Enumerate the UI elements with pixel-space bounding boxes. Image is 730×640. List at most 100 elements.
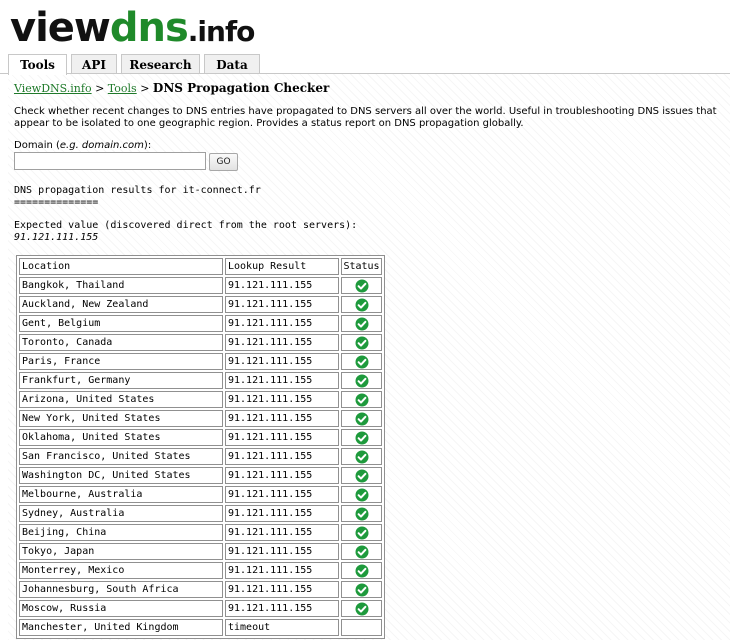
status-cell — [341, 486, 382, 503]
logo-part-dns: dns — [109, 5, 189, 51]
check-icon — [355, 317, 369, 331]
status-cell — [341, 467, 382, 484]
go-button[interactable]: GO — [209, 153, 238, 171]
check-icon — [355, 507, 369, 521]
location-cell: Washington DC, United States — [19, 467, 223, 484]
table-row: Beijing, China 91.121.111.155 — [19, 524, 382, 541]
lookup-result-cell: 91.121.111.155 — [225, 600, 339, 617]
location-cell: Johannesburg, South Africa — [19, 581, 223, 598]
lookup-result-cell: 91.121.111.155 — [225, 410, 339, 427]
propagation-results-table: Location Lookup Result Status Bangkok, T… — [16, 255, 385, 639]
status-cell — [341, 524, 382, 541]
lookup-result-cell: 91.121.111.155 — [225, 391, 339, 408]
status-cell — [341, 562, 382, 579]
domain-label-prefix: Domain ( — [14, 140, 60, 151]
table-row: Melbourne, Australia 91.121.111.155 — [19, 486, 382, 503]
lookup-result-cell: 91.121.111.155 — [225, 296, 339, 313]
location-cell: Moscow, Russia — [19, 600, 223, 617]
table-row: Paris, France 91.121.111.155 — [19, 353, 382, 370]
status-cell — [341, 581, 382, 598]
domain-label-example: e.g. domain.com — [59, 140, 144, 151]
status-cell — [341, 505, 382, 522]
logo-part-info: .info — [187, 15, 256, 48]
status-cell — [341, 600, 382, 617]
tab-research[interactable]: Research — [121, 54, 200, 74]
status-cell — [341, 619, 382, 636]
tab-data[interactable]: Data — [204, 54, 260, 74]
lookup-result-cell: 91.121.111.155 — [225, 467, 339, 484]
column-header-location: Location — [19, 258, 223, 275]
lookup-result-cell: 91.121.111.155 — [225, 334, 339, 351]
table-row: San Francisco, United States 91.121.111.1… — [19, 448, 382, 465]
site-logo[interactable]: viewdns.info — [10, 5, 256, 58]
logo-part-view: view — [10, 5, 111, 51]
domain-label-suffix: ): — [143, 140, 152, 151]
check-icon — [355, 279, 369, 293]
tab-tools[interactable]: Tools — [8, 54, 67, 75]
tab-research-label: Research — [129, 58, 192, 72]
results-table-body: Bangkok, Thailand 91.121.111.155 Auckland,… — [19, 277, 382, 636]
breadcrumb: ViewDNS.info > Tools > DNS Propagation C… — [14, 81, 329, 95]
location-cell: Auckland, New Zealand — [19, 296, 223, 313]
check-icon — [355, 431, 369, 445]
check-icon — [355, 469, 369, 483]
breadcrumb-separator: > — [136, 82, 153, 95]
status-cell — [341, 410, 382, 427]
column-header-lookup-result: Lookup Result — [225, 258, 339, 275]
check-icon — [355, 393, 369, 407]
lookup-result-cell: 91.121.111.155 — [225, 486, 339, 503]
status-cell — [341, 296, 382, 313]
lookup-result-cell: 91.121.111.155 — [225, 581, 339, 598]
lookup-result-cell: 91.121.111.155 — [225, 277, 339, 294]
check-icon — [355, 488, 369, 502]
location-cell: Monterrey, Mexico — [19, 562, 223, 579]
lookup-result-cell: 91.121.111.155 — [225, 505, 339, 522]
status-cell — [341, 277, 382, 294]
status-cell — [341, 543, 382, 560]
expected-value-label: Expected value (discovered direct from t… — [14, 220, 358, 231]
location-cell: Frankfurt, Germany — [19, 372, 223, 389]
location-cell: Paris, France — [19, 353, 223, 370]
results-title: DNS propagation results for it-connect.f… — [14, 185, 261, 196]
table-row: Monterrey, Mexico 91.121.111.155 — [19, 562, 382, 579]
breadcrumb-separator: > — [91, 82, 108, 95]
tab-api[interactable]: API — [71, 54, 117, 74]
breadcrumb-tools-link[interactable]: Tools — [108, 82, 137, 95]
tab-api-label: API — [82, 58, 106, 72]
lookup-result-cell: 91.121.111.155 — [225, 315, 339, 332]
table-header-row: Location Lookup Result Status — [19, 258, 382, 275]
location-cell: New York, United States — [19, 410, 223, 427]
table-row: Frankfurt, Germany 91.121.111.155 — [19, 372, 382, 389]
breadcrumb-home-link[interactable]: ViewDNS.info — [14, 82, 92, 95]
site-header: viewdns.info — [0, 0, 730, 54]
check-icon — [355, 564, 369, 578]
domain-input[interactable] — [14, 152, 206, 170]
check-icon — [355, 355, 369, 369]
lookup-result-cell: 91.121.111.155 — [225, 448, 339, 465]
check-icon — [355, 545, 369, 559]
status-cell — [341, 391, 382, 408]
table-row: Auckland, New Zealand 91.121.111.155 — [19, 296, 382, 313]
location-cell: Tokyo, Japan — [19, 543, 223, 560]
expected-value: 91.121.111.155 — [14, 232, 99, 243]
column-header-status: Status — [341, 258, 382, 275]
table-row: Gent, Belgium 91.121.111.155 — [19, 315, 382, 332]
check-icon — [355, 412, 369, 426]
location-cell: Oklahoma, United States — [19, 429, 223, 446]
status-cell — [341, 372, 382, 389]
location-cell: Toronto, Canada — [19, 334, 223, 351]
check-icon — [355, 298, 369, 312]
status-cell — [341, 334, 382, 351]
check-icon — [355, 602, 369, 616]
status-cell — [341, 448, 382, 465]
tab-tools-label: Tools — [20, 58, 55, 72]
location-cell: San Francisco, United States — [19, 448, 223, 465]
location-cell: Manchester, United Kingdom — [19, 619, 223, 636]
check-icon — [355, 450, 369, 464]
location-cell: Gent, Belgium — [19, 315, 223, 332]
location-cell: Melbourne, Australia — [19, 486, 223, 503]
table-row: Manchester, United Kingdom timeout — [19, 619, 382, 636]
lookup-result-cell: timeout — [225, 619, 339, 636]
domain-field-label: Domain (e.g. domain.com): — [14, 140, 151, 151]
lookup-result-cell: 91.121.111.155 — [225, 562, 339, 579]
